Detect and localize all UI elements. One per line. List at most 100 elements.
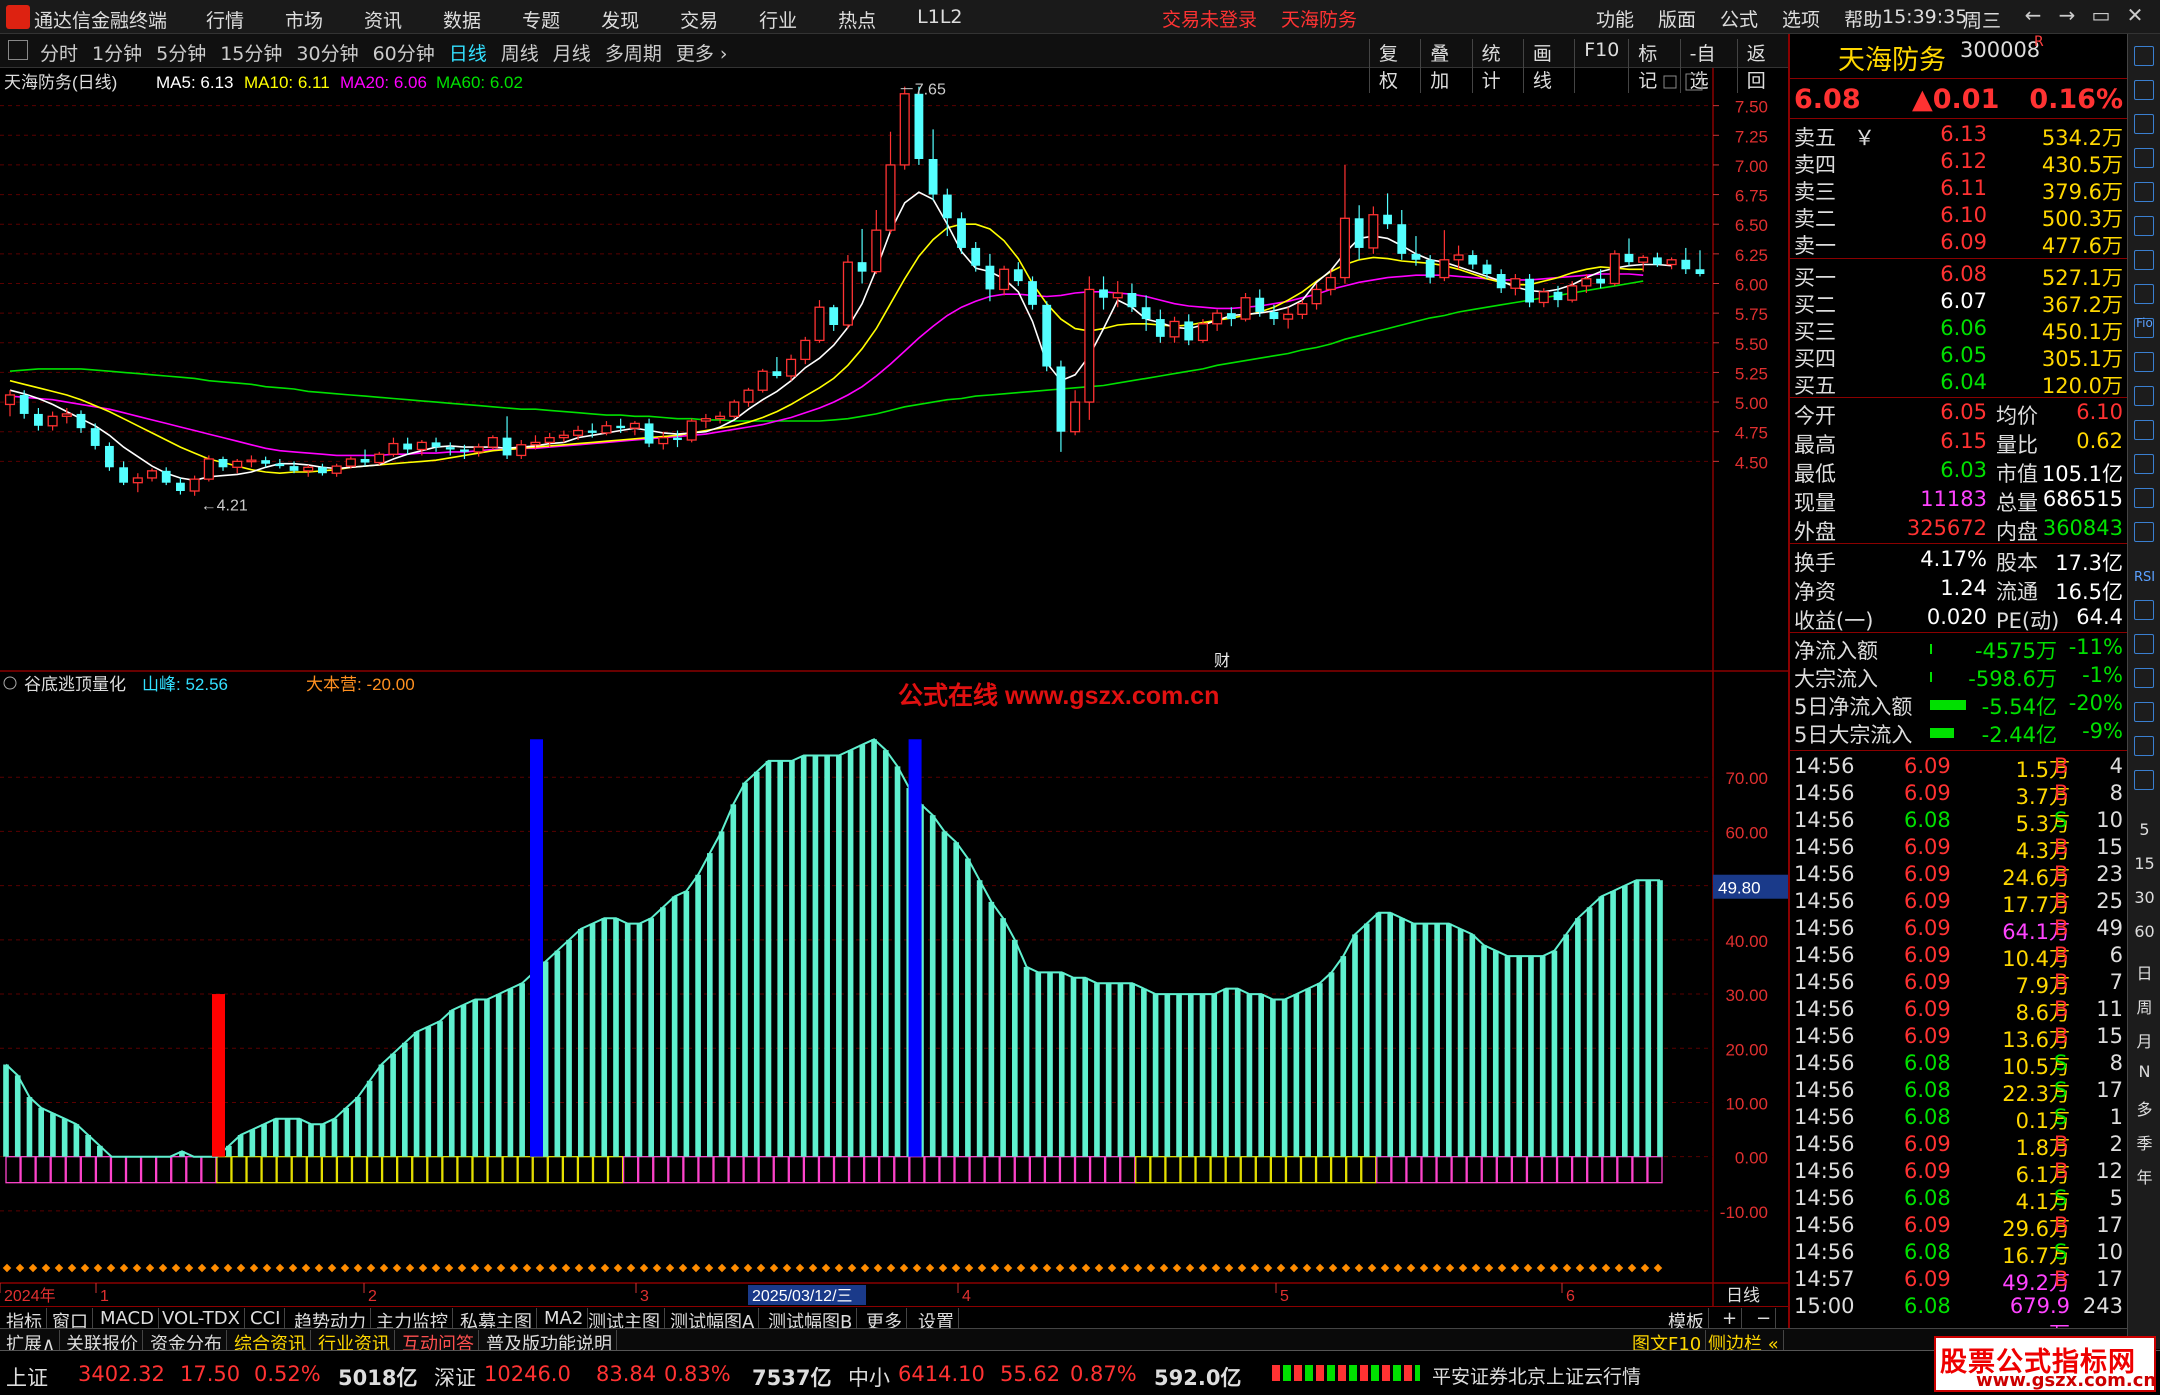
rsi-icon[interactable]: RSI	[2128, 570, 2160, 585]
menu-item[interactable]: 行业	[759, 6, 797, 33]
period-tab[interactable]: 分时	[40, 39, 78, 66]
menu-item[interactable]: L1L2	[917, 6, 962, 33]
period-shortcut[interactable]: 日	[2128, 960, 2160, 984]
menu-item[interactable]: 数据	[443, 6, 481, 33]
reference-dot	[1627, 1263, 1637, 1273]
formula-watermark: 公式在线 www.gszx.com.cn	[898, 681, 1219, 710]
menu-item[interactable]: 版面	[1658, 5, 1696, 32]
up-arrow-icon[interactable]	[2134, 80, 2154, 100]
restore-icon[interactable]: ▭	[2084, 3, 2118, 27]
tool-icon[interactable]	[2134, 702, 2154, 722]
chart-icon[interactable]	[2134, 182, 2154, 202]
clock-icon[interactable]	[2134, 488, 2154, 508]
forward-icon[interactable]: →	[2050, 3, 2084, 27]
chart-canvas[interactable]: 4.50 4.75 5.00 5.25 5.50 5.75 6.00 6.25 6.50 6.75…	[0, 68, 1788, 1395]
indicator-bar	[1422, 923, 1429, 1157]
bank-icon[interactable]	[2134, 522, 2154, 542]
tool-icon[interactable]	[2134, 600, 2154, 620]
fx-icon[interactable]	[2134, 420, 2154, 440]
f10-icon[interactable]	[2134, 352, 2154, 372]
menu-item[interactable]: 交易	[680, 6, 718, 33]
bar-chart-icon[interactable]	[2134, 284, 2154, 304]
f10-label-icon[interactable]: Fio	[2128, 316, 2160, 330]
state-cell	[833, 1156, 850, 1184]
period-shortcut[interactable]: 月	[2128, 1028, 2160, 1052]
flow-value: -4575万	[1974, 639, 2057, 663]
index-name[interactable]: 深证	[434, 1362, 476, 1392]
trade-login-status[interactable]: 交易未登录	[1162, 5, 1257, 32]
menu-item[interactable]: 帮助	[1844, 5, 1882, 32]
tick-price: 6.08	[1904, 1105, 1951, 1129]
state-cell	[125, 1156, 142, 1184]
period-shortcut[interactable]: 15	[2128, 854, 2160, 873]
reference-dot	[1393, 1263, 1403, 1273]
tool-icon[interactable]	[2134, 736, 2154, 756]
flow-label: 5日净流入额	[1794, 695, 1913, 719]
period-tab[interactable]: 周线	[501, 39, 539, 66]
indicator-tab[interactable]: MACD	[96, 1308, 159, 1329]
fz-icon[interactable]	[2134, 454, 2154, 474]
tool-icon[interactable]	[2134, 668, 2154, 688]
menu-item[interactable]: 发现	[601, 6, 639, 33]
candle-body	[261, 460, 271, 464]
close-icon[interactable]: ✕	[2118, 3, 2152, 27]
quote-stock-name: 天海防务	[1838, 45, 1946, 76]
period-shortcut[interactable]: 周	[2128, 994, 2160, 1018]
index-value: 3402.32	[78, 1362, 165, 1386]
list-icon[interactable]	[2134, 148, 2154, 168]
reference-dot	[405, 1263, 415, 1273]
indicator-bar	[1058, 972, 1065, 1157]
menu-item[interactable]: 资讯	[364, 6, 402, 33]
back-icon[interactable]: ←	[2016, 3, 2050, 27]
grid-icon[interactable]	[2134, 216, 2154, 236]
tick-time: 14:56	[1794, 1105, 1855, 1129]
index-name[interactable]: 上证	[6, 1362, 48, 1392]
quote-row: 14:56 6.08 16.7万 S 10	[1790, 1240, 2127, 1268]
tool-icon[interactable]	[2134, 770, 2154, 790]
period-tab[interactable]: 日线	[449, 39, 487, 66]
period-tab[interactable]: 1分钟	[92, 39, 142, 66]
state-cell	[999, 1156, 1015, 1184]
tool-icon[interactable]	[2134, 634, 2154, 654]
index-name[interactable]: 中小	[848, 1362, 890, 1392]
period-shortcut[interactable]: 季	[2128, 1130, 2160, 1154]
candle-body	[1368, 214, 1379, 249]
period-shortcut[interactable]: 60	[2128, 922, 2160, 941]
close-panel-icon[interactable]	[2134, 46, 2154, 66]
indicator-tab[interactable]: VOL-TDX	[158, 1308, 245, 1329]
menu-item[interactable]: 选项	[1782, 5, 1820, 32]
indicator-tab[interactable]: MA2	[540, 1308, 589, 1329]
period-tab[interactable]: 5分钟	[156, 39, 206, 66]
menu-item[interactable]: 公式	[1720, 5, 1758, 32]
tick-count: 17	[2096, 1078, 2123, 1102]
panel-toggle-icon[interactable]	[8, 40, 28, 60]
menu-item[interactable]: 热点	[838, 6, 876, 33]
period-tab[interactable]: 30分钟	[296, 39, 358, 66]
doc-icon[interactable]	[2134, 114, 2154, 134]
period-shortcut[interactable]: 30	[2128, 888, 2160, 907]
tick-price: 6.09	[1904, 943, 1951, 967]
menu-item[interactable]: 功能	[1596, 5, 1634, 32]
candle-body	[729, 401, 740, 417]
indicator-tab[interactable]: +	[1718, 1308, 1743, 1329]
period-shortcut[interactable]: 5	[2128, 820, 2160, 839]
period-tab[interactable]: 月线	[553, 39, 591, 66]
doc2-icon[interactable]	[2134, 386, 2154, 406]
period-tab[interactable]: 60分钟	[373, 39, 435, 66]
period-shortcut[interactable]: 多	[2128, 1096, 2160, 1120]
menu-item[interactable]: 市场	[285, 6, 323, 33]
tick-time: 14:56	[1794, 1186, 1855, 1210]
price-tick-label: 5.75	[1735, 305, 1768, 324]
line-chart-icon[interactable]	[2134, 250, 2154, 270]
period-tab[interactable]: 15分钟	[220, 39, 282, 66]
period-shortcut[interactable]: 年	[2128, 1164, 2160, 1188]
chart-area[interactable]: 4.50 4.75 5.00 5.25 5.50 5.75 6.00 6.25 6.50 6.75…	[0, 68, 1788, 1395]
indicator-tab[interactable]: CCI	[246, 1308, 286, 1329]
period-tab[interactable]: 多周期	[605, 39, 662, 66]
period-tab[interactable]: 更多 ›	[676, 39, 728, 66]
period-shortcut[interactable]: N	[2128, 1062, 2160, 1081]
indicator-tab[interactable]: −	[1752, 1308, 1777, 1329]
menu-item[interactable]: 行情	[206, 6, 244, 33]
state-cell	[1647, 1156, 1663, 1184]
menu-item[interactable]: 专题	[522, 6, 560, 33]
